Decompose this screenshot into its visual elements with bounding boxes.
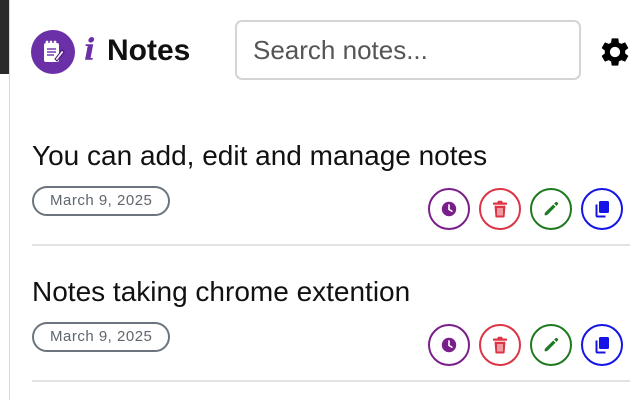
note-actions bbox=[428, 324, 623, 366]
edit-button[interactable] bbox=[530, 188, 572, 230]
reminder-button[interactable] bbox=[428, 188, 470, 230]
search-input[interactable] bbox=[235, 20, 581, 80]
trash-icon bbox=[493, 200, 507, 218]
copy-icon bbox=[595, 337, 609, 354]
date-badge: March 9, 2025 bbox=[32, 186, 171, 216]
note-actions bbox=[428, 188, 623, 230]
edit-button[interactable] bbox=[530, 324, 572, 366]
info-icon[interactable]: i bbox=[84, 32, 95, 70]
list-item[interactable]: You can add, edit and manage notes March… bbox=[10, 110, 640, 246]
clock-icon bbox=[441, 201, 457, 217]
reminder-button[interactable] bbox=[428, 324, 470, 366]
copy-button[interactable] bbox=[581, 324, 623, 366]
gear-icon[interactable] bbox=[597, 34, 633, 70]
divider bbox=[32, 380, 630, 382]
notes-list: You can add, edit and manage notes March… bbox=[10, 110, 640, 382]
pencil-icon bbox=[544, 337, 559, 352]
pencil-icon bbox=[544, 201, 559, 216]
copy-icon bbox=[595, 201, 609, 218]
list-item[interactable]: Notes taking chrome extention March 9, 2… bbox=[10, 246, 640, 382]
clock-icon bbox=[441, 337, 457, 353]
page-title: Notes bbox=[107, 34, 191, 67]
note-title[interactable]: You can add, edit and manage notes bbox=[32, 138, 487, 174]
background-window bbox=[0, 0, 9, 74]
header: i Notes bbox=[10, 0, 640, 110]
notepad-icon bbox=[31, 30, 75, 74]
trash-icon bbox=[493, 336, 507, 354]
window-edge bbox=[0, 0, 10, 400]
copy-button[interactable] bbox=[581, 188, 623, 230]
date-badge: March 9, 2025 bbox=[32, 322, 171, 352]
delete-button[interactable] bbox=[479, 324, 521, 366]
note-title[interactable]: Notes taking chrome extention bbox=[32, 274, 410, 310]
delete-button[interactable] bbox=[479, 188, 521, 230]
